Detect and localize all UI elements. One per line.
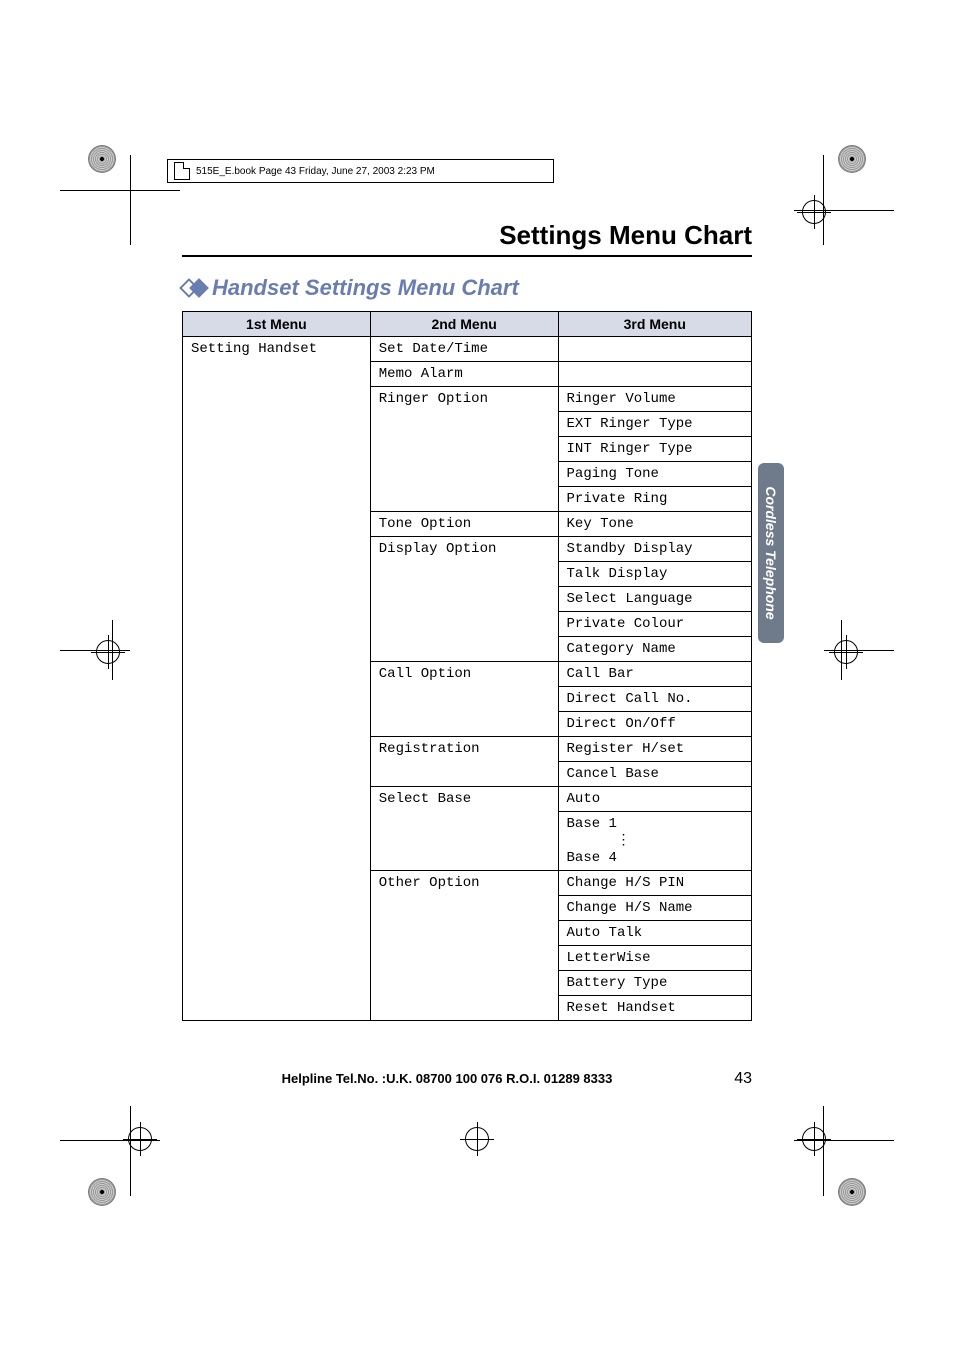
menu-chart-table: 1st Menu 2nd Menu 3rd Menu Setting Hands… (182, 311, 752, 1021)
crop-mark (823, 1106, 824, 1196)
cell-other-option: Other Option (370, 871, 558, 1021)
cell-select-base: Select Base (370, 787, 558, 871)
cell-key-tone: Key Tone (558, 512, 751, 537)
cell-call-option: Call Option (370, 662, 558, 737)
cell-base-range: Base 1 ⋮ Base 4 (558, 812, 751, 871)
cell-reset-handset: Reset Handset (558, 996, 751, 1021)
col-header-1: 1st Menu (183, 312, 371, 337)
table-row: Setting Handset Set Date/Time (183, 337, 752, 362)
page-number: 43 (712, 1070, 752, 1088)
cell-talk-display: Talk Display (558, 562, 751, 587)
cell-tone-option: Tone Option (370, 512, 558, 537)
cell-empty (558, 337, 751, 362)
cell-letterwise: LetterWise (558, 946, 751, 971)
cell-paging-tone: Paging Tone (558, 462, 751, 487)
cell-change-hs-name: Change H/S Name (558, 896, 751, 921)
cell-int-ringer-type: INT Ringer Type (558, 437, 751, 462)
cell-auto-talk: Auto Talk (558, 921, 751, 946)
crop-mark (794, 1140, 894, 1141)
cell-setting-handset: Setting Handset (183, 337, 371, 1021)
section-heading: Handset Settings Menu Chart (182, 275, 752, 301)
crosshair-icon (96, 640, 120, 664)
cell-auto: Auto (558, 787, 751, 812)
section-tab: Cordless Telephone (758, 463, 784, 643)
cell-category-name: Category Name (558, 637, 751, 662)
crosshair-icon (128, 1127, 152, 1151)
book-header-text: 515E_E.book Page 43 Friday, June 27, 200… (196, 166, 435, 177)
helpline-text: Helpline Tel.No. :U.K. 08700 100 076 R.O… (182, 1071, 712, 1086)
crop-mark (60, 1140, 160, 1141)
cell-private-ring: Private Ring (558, 487, 751, 512)
cell-select-language: Select Language (558, 587, 751, 612)
cell-set-date-time: Set Date/Time (370, 337, 558, 362)
registration-mark-icon (88, 145, 116, 173)
col-header-2: 2nd Menu (370, 312, 558, 337)
cell-cancel-base: Cancel Base (558, 762, 751, 787)
crop-mark (823, 155, 824, 245)
cell-call-bar: Call Bar (558, 662, 751, 687)
cell-direct-on-off: Direct On/Off (558, 712, 751, 737)
cell-ext-ringer-type: EXT Ringer Type (558, 412, 751, 437)
page-icon (174, 162, 190, 180)
cell-register-hset: Register H/set (558, 737, 751, 762)
section-title-text: Handset Settings Menu Chart (212, 275, 519, 301)
cell-ringer-volume: Ringer Volume (558, 387, 751, 412)
table-header-row: 1st Menu 2nd Menu 3rd Menu (183, 312, 752, 337)
cell-empty (558, 362, 751, 387)
cell-registration: Registration (370, 737, 558, 787)
cell-display-option: Display Option (370, 537, 558, 662)
crosshair-icon (465, 1127, 489, 1151)
ellipsis-icon: ⋮ (567, 833, 743, 850)
crop-mark (824, 650, 894, 651)
registration-mark-icon (838, 145, 866, 173)
cell-base1: Base 1 (567, 816, 617, 832)
registration-mark-icon (838, 1178, 866, 1206)
cell-battery-type: Battery Type (558, 971, 751, 996)
page-content: Settings Menu Chart Handset Settings Men… (182, 220, 752, 1021)
cell-base4: Base 4 (567, 850, 617, 866)
page-footer: Helpline Tel.No. :U.K. 08700 100 076 R.O… (182, 1070, 752, 1088)
crop-mark (60, 650, 130, 651)
registration-mark-icon (88, 1178, 116, 1206)
cell-memo-alarm: Memo Alarm (370, 362, 558, 387)
page-title: Settings Menu Chart (182, 220, 752, 251)
title-rule (182, 255, 752, 257)
crop-mark (794, 210, 894, 211)
crop-mark (130, 155, 131, 245)
section-tab-label: Cordless Telephone (763, 486, 779, 619)
cell-direct-call-no: Direct Call No. (558, 687, 751, 712)
crop-mark (130, 1106, 131, 1196)
cell-standby-display: Standby Display (558, 537, 751, 562)
cell-change-hs-pin: Change H/S PIN (558, 871, 751, 896)
cell-private-colour: Private Colour (558, 612, 751, 637)
crop-mark (60, 190, 180, 191)
book-header: 515E_E.book Page 43 Friday, June 27, 200… (167, 159, 554, 183)
col-header-3: 3rd Menu (558, 312, 751, 337)
crosshair-icon (834, 640, 858, 664)
cell-ringer-option: Ringer Option (370, 387, 558, 512)
